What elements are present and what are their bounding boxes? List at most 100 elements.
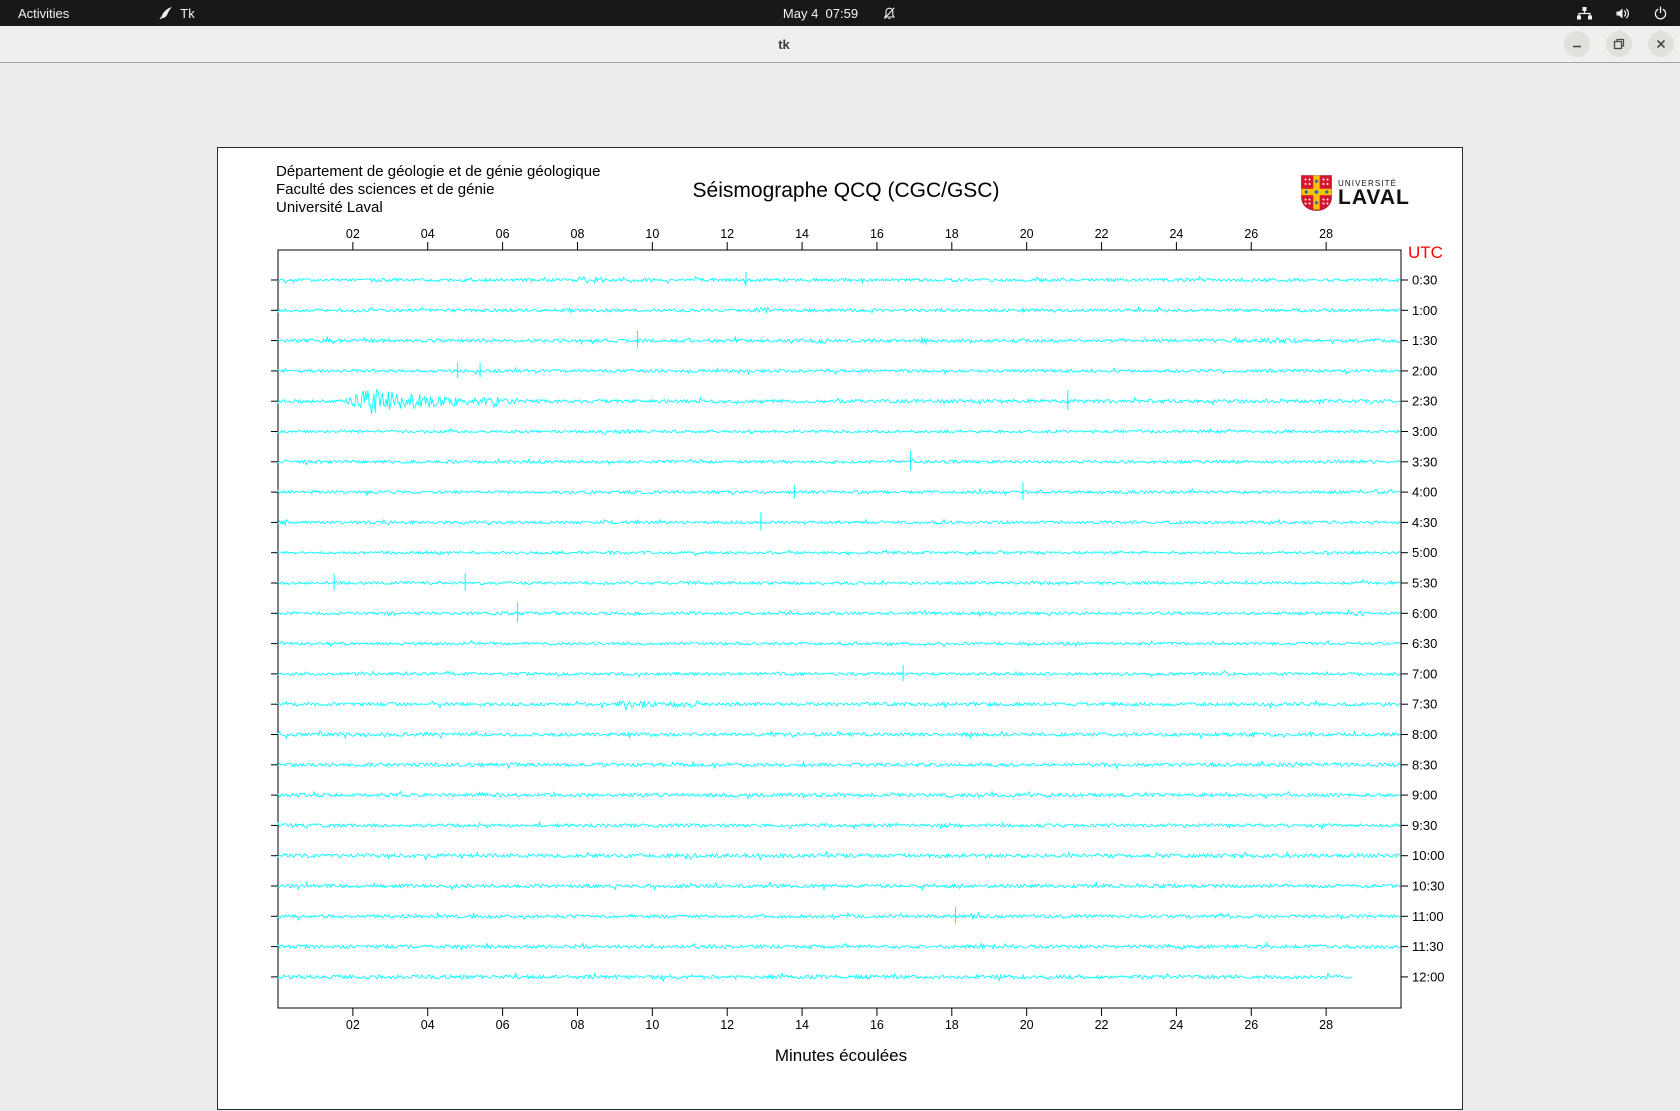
- seismic-trace: [278, 641, 1400, 647]
- row-time-label: 10:30: [1412, 879, 1445, 894]
- seismic-trace: [278, 307, 1400, 313]
- seismic-trace: [278, 822, 1400, 829]
- x-tick-label-top: 28: [1319, 227, 1333, 241]
- app-menu-label: Tk: [180, 6, 194, 21]
- seismic-trace: [278, 580, 1400, 585]
- minimize-icon: [1571, 38, 1583, 50]
- row-time-label: 11:00: [1412, 909, 1444, 924]
- row-time-label: 6:30: [1412, 636, 1437, 651]
- clock-menu[interactable]: May 4 07:59: [783, 0, 897, 26]
- seismic-trace: [278, 520, 1400, 526]
- row-time-label: 5:30: [1412, 576, 1437, 591]
- row-time-label: 1:30: [1412, 333, 1437, 348]
- seismic-trace: [278, 762, 1400, 769]
- seismic-trace: [278, 791, 1400, 798]
- row-time-label: 5:00: [1412, 545, 1437, 560]
- seismic-trace: [278, 610, 1400, 616]
- x-tick-label-bottom: 26: [1244, 1018, 1258, 1032]
- row-time-label: 1:00: [1412, 303, 1437, 318]
- x-tick-label-top: 12: [720, 227, 734, 241]
- seismic-trace: [278, 671, 1400, 677]
- x-axis-title: Minutes écoulées: [775, 1046, 907, 1066]
- maximize-button[interactable]: [1606, 31, 1632, 57]
- x-tick-label-bottom: 10: [645, 1018, 659, 1032]
- clock-label: May 4 07:59: [783, 6, 858, 21]
- seismic-trace: [278, 429, 1400, 434]
- power-icon: [1653, 6, 1668, 21]
- x-tick-label-bottom: 18: [945, 1018, 959, 1032]
- window-titlebar[interactable]: tk: [0, 26, 1680, 63]
- row-time-label: 10:00: [1412, 848, 1445, 863]
- app-menu[interactable]: Tk: [159, 6, 194, 21]
- row-time-label: 2:30: [1412, 394, 1437, 409]
- x-tick-label-top: 16: [870, 227, 884, 241]
- x-tick-label-bottom: 16: [870, 1018, 884, 1032]
- restore-icon: [1613, 38, 1625, 50]
- seismic-trace: [278, 550, 1400, 555]
- row-time-label: 9:30: [1412, 818, 1437, 833]
- volume-icon: [1615, 6, 1631, 21]
- x-tick-label-bottom: 22: [1095, 1018, 1109, 1032]
- row-time-label: 0:30: [1412, 273, 1437, 288]
- row-time-label: 6:00: [1412, 606, 1437, 621]
- x-tick-label-top: 20: [1020, 227, 1034, 241]
- seismic-trace: [278, 368, 1400, 374]
- x-tick-label-top: 18: [945, 227, 959, 241]
- seismic-trace: [278, 701, 1400, 710]
- x-tick-label-top: 06: [496, 227, 510, 241]
- x-tick-label-bottom: 28: [1319, 1018, 1333, 1032]
- seismic-trace: [278, 882, 1400, 889]
- seismic-trace: [278, 277, 1400, 284]
- row-time-label: 9:00: [1412, 788, 1437, 803]
- x-tick-label-top: 14: [795, 227, 809, 241]
- seismic-trace: [278, 943, 1400, 950]
- seismic-spikes: [637, 331, 922, 349]
- row-time-label: 2:00: [1412, 363, 1437, 378]
- row-time-label: 4:30: [1412, 515, 1437, 530]
- seismic-trace: [278, 459, 1400, 465]
- seismic-trace: [278, 913, 1400, 920]
- seismograph-canvas: Département de géologie et de génie géol…: [217, 147, 1463, 1110]
- x-tick-label-bottom: 24: [1169, 1018, 1183, 1032]
- seismic-trace: [278, 390, 1400, 414]
- x-tick-label-top: 26: [1244, 227, 1258, 241]
- x-tick-label-bottom: 12: [720, 1018, 734, 1032]
- row-time-label: 4:00: [1412, 485, 1437, 500]
- system-status-area[interactable]: [1576, 0, 1668, 26]
- row-time-label: 12:00: [1412, 969, 1445, 984]
- row-time-label: 8:00: [1412, 727, 1437, 742]
- tk-window-content: Département de géologie et de génie géol…: [0, 64, 1680, 1050]
- seismic-trace: [278, 852, 1400, 860]
- network-wired-icon: [1576, 6, 1593, 21]
- x-tick-label-bottom: 14: [795, 1018, 809, 1032]
- row-time-label: 7:30: [1412, 697, 1437, 712]
- x-tick-label-bottom: 04: [421, 1018, 435, 1032]
- row-time-label: 3:30: [1412, 454, 1437, 469]
- row-time-label: 3:00: [1412, 424, 1437, 439]
- x-tick-label-top: 04: [421, 227, 435, 241]
- x-tick-label-bottom: 06: [496, 1018, 510, 1032]
- x-tick-label-top: 02: [346, 227, 360, 241]
- x-tick-label-top: 22: [1095, 227, 1109, 241]
- seismic-trace: [278, 973, 1352, 981]
- plot-border: [278, 250, 1401, 1008]
- window-title: tk: [778, 26, 790, 62]
- minimize-button[interactable]: [1564, 31, 1590, 57]
- utc-axis-label: UTC: [1408, 243, 1443, 262]
- activities-button[interactable]: Activities: [0, 0, 87, 26]
- x-tick-label-top: 10: [645, 227, 659, 241]
- row-time-label: 11:30: [1412, 939, 1444, 954]
- close-icon: [1655, 38, 1667, 50]
- x-tick-label-bottom: 08: [571, 1018, 585, 1032]
- seismic-trace: [278, 337, 1400, 344]
- seismic-trace: [278, 489, 1400, 495]
- row-time-label: 8:30: [1412, 757, 1437, 772]
- x-tick-label-bottom: 20: [1020, 1018, 1034, 1032]
- activities-label: Activities: [18, 6, 69, 21]
- x-tick-label-bottom: 02: [346, 1018, 360, 1032]
- close-button[interactable]: [1648, 31, 1674, 57]
- row-time-label: 7:00: [1412, 666, 1437, 681]
- x-tick-label-top: 24: [1169, 227, 1183, 241]
- x-tick-label-top: 08: [571, 227, 585, 241]
- helicorder-plot: 02 02 04 04 06 06 08 08 10 10 12 12 14 14 16 16 18 18 20 20…: [218, 148, 1464, 1111]
